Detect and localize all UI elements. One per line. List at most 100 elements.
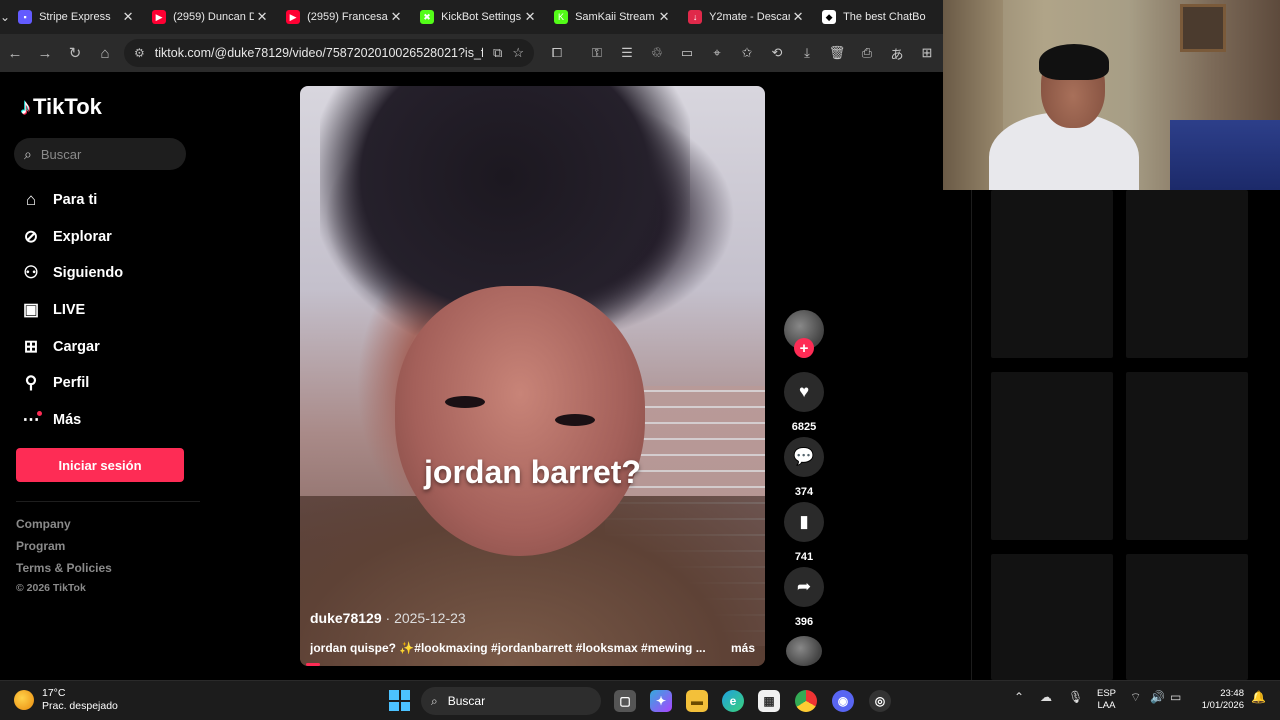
right-divider [971, 190, 972, 680]
video-author-line: duke78129 · 2025-12-23 [310, 610, 466, 626]
video-placeholder-card[interactable] [991, 554, 1113, 680]
search-input[interactable]: ⌕ Buscar [14, 138, 186, 170]
download-icon[interactable]: ⤓ [792, 38, 822, 68]
nav-item-live[interactable]: ▣ LIVE [20, 292, 123, 329]
share-action[interactable]: ➦ 396 [784, 567, 824, 628]
tab-close-icon[interactable]: ✕ [254, 9, 270, 25]
share-icon[interactable]: ➦ [784, 567, 824, 607]
volume-icon[interactable]: 🔊 [1150, 690, 1165, 704]
chrome-icon[interactable] [795, 690, 817, 712]
nav-item-mas[interactable]: ⋯ Más [20, 402, 123, 439]
video-player[interactable]: jordan barret? duke78129 · 2025-12-23 jo… [300, 86, 765, 666]
print-icon[interactable]: ⎙ [852, 38, 882, 68]
heart-icon[interactable]: ♥ [784, 372, 824, 412]
obs-icon[interactable]: ◎ [869, 690, 891, 712]
store-icon[interactable]: ▦ [758, 690, 780, 712]
tab-close-icon[interactable]: ✕ [656, 9, 672, 25]
edge-icon[interactable]: e [722, 690, 744, 712]
notification-bell-icon[interactable]: 🔔 [1251, 690, 1266, 704]
forward-icon[interactable]: → [30, 38, 60, 68]
browser-tab[interactable]: ✖ KickBot Settings ✕ [412, 3, 546, 31]
file-explorer-icon[interactable]: ▬ [686, 690, 708, 712]
video-author[interactable]: duke78129 [310, 610, 382, 626]
taskbar-search[interactable]: ⌕ Buscar [421, 687, 601, 715]
bookmark-icon[interactable]: ▮ [784, 502, 824, 542]
video-placeholder-card[interactable] [991, 190, 1113, 358]
reader-icon[interactable]: ☰ [612, 38, 642, 68]
task-view-icon[interactable]: ▢ [614, 690, 636, 712]
video-placeholder-card[interactable] [1126, 372, 1248, 540]
home-icon[interactable]: ⌂ [90, 38, 120, 68]
discord-icon[interactable]: ◉ [832, 690, 854, 712]
comment-action[interactable]: 💬 374 [784, 437, 824, 498]
follow-plus-icon[interactable]: + [794, 338, 814, 358]
bookmark-star-icon[interactable]: ☆ [512, 45, 524, 61]
browser-tab[interactable]: ◆ The best ChatBo [814, 3, 948, 31]
language-indicator[interactable]: ESP LAA [1097, 688, 1116, 712]
favorites-icon[interactable]: ✩ [732, 38, 762, 68]
tiktok-note-icon: ♪ [20, 94, 31, 119]
clock-date: 1/01/2026 [1201, 700, 1244, 711]
tray-app-icon[interactable]: ☁ [1040, 690, 1052, 704]
tab-close-icon[interactable]: ✕ [388, 9, 404, 25]
reload-icon[interactable]: ↻ [60, 38, 90, 68]
music-disc-avatar[interactable] [786, 636, 822, 666]
copilot-icon[interactable]: ✦ [650, 690, 672, 712]
tray-chevron-icon[interactable]: ⌃ [1014, 690, 1024, 704]
microphone-icon[interactable]: 🎙 [1068, 690, 1083, 704]
weather-widget[interactable]: 17°C Prac. despejado [14, 687, 118, 713]
nav-label: Siguiendo [53, 265, 124, 282]
login-button[interactable]: Iniciar sesión [16, 448, 184, 482]
browser-tab[interactable]: ▶ (2959) Duncan D ✕ [144, 3, 278, 31]
footer-link-terms[interactable]: Terms & Policies [16, 561, 112, 575]
password-key-icon[interactable]: ⚿ [582, 38, 612, 68]
video-progress-bar[interactable] [306, 663, 320, 666]
system-clock[interactable]: 23:48 1/01/2026 [1196, 688, 1244, 712]
browser-tab[interactable]: K SamKaii Stream ✕ [546, 3, 680, 31]
author-avatar[interactable]: + [784, 310, 824, 358]
nav-item-cargar[interactable]: ⊞ Cargar [20, 328, 123, 365]
search-icon: ⌕ [24, 145, 32, 162]
recycle-icon[interactable]: ♲ [642, 38, 672, 68]
tab-label: Stripe Express [39, 11, 111, 23]
wifi-icon[interactable]: ⌔ [1130, 690, 1141, 705]
tab-search-icon[interactable]: ⌄ [0, 0, 10, 34]
caption-more-link[interactable]: más [731, 641, 755, 655]
video-subject-eye [445, 396, 485, 408]
browser-tab[interactable]: ▶ (2959) Francesa ✕ [278, 3, 412, 31]
video-placeholder-card[interactable] [991, 372, 1113, 540]
url-text[interactable]: tiktok.com/@duke78129/video/758720201002… [155, 46, 483, 60]
save-action[interactable]: ▮ 741 [784, 502, 824, 563]
back-icon[interactable]: ← [0, 38, 30, 68]
history-icon[interactable]: ⟲ [762, 38, 792, 68]
footer-link-program[interactable]: Program [16, 539, 65, 553]
tab-close-icon[interactable]: ✕ [790, 9, 806, 25]
nav-item-perfil[interactable]: ⚲ Perfil [20, 365, 123, 402]
footer-link-company[interactable]: Company [16, 517, 71, 531]
apps-grid-icon[interactable]: ⊞ [912, 38, 942, 68]
windows-start-icon[interactable] [389, 690, 410, 711]
open-in-app-icon[interactable]: ⧉ [493, 45, 502, 61]
browser-tab[interactable]: ↓ Y2mate - Descar ✕ [680, 3, 814, 31]
tab-label: The best ChatBo [843, 11, 926, 23]
location-icon[interactable]: ⌖ [702, 38, 732, 68]
browser-tab[interactable]: ▪ Stripe Express ✕ [10, 3, 144, 31]
nav-item-explorar[interactable]: ⊘ Explorar [20, 219, 123, 256]
translate-icon[interactable]: あ [882, 38, 912, 68]
tab-close-icon[interactable]: ✕ [522, 9, 538, 25]
trash-icon[interactable]: 🗑 [822, 38, 852, 68]
like-action[interactable]: ♥ 6825 [784, 372, 824, 433]
video-placeholder-card[interactable] [1126, 554, 1248, 680]
nav-item-para-ti[interactable]: ⌂ Para ti [20, 182, 123, 219]
tiktok-logo[interactable]: ♪ TikTok [20, 94, 102, 120]
card-icon[interactable]: ▭ [672, 38, 702, 68]
nav-item-siguiendo[interactable]: ⚇ Siguiendo [20, 255, 123, 292]
search-icon: ⌕ [431, 693, 438, 708]
comment-icon[interactable]: 💬 [784, 437, 824, 477]
address-bar[interactable]: ⚙ tiktok.com/@duke78129/video/7587202010… [124, 39, 534, 67]
site-info-icon[interactable]: ⚙ [134, 46, 145, 60]
video-placeholder-card[interactable] [1126, 190, 1248, 358]
battery-icon[interactable]: ▭ [1170, 690, 1181, 704]
tab-close-icon[interactable]: ✕ [120, 9, 136, 25]
extension-icon[interactable]: ⧠ [542, 38, 572, 68]
